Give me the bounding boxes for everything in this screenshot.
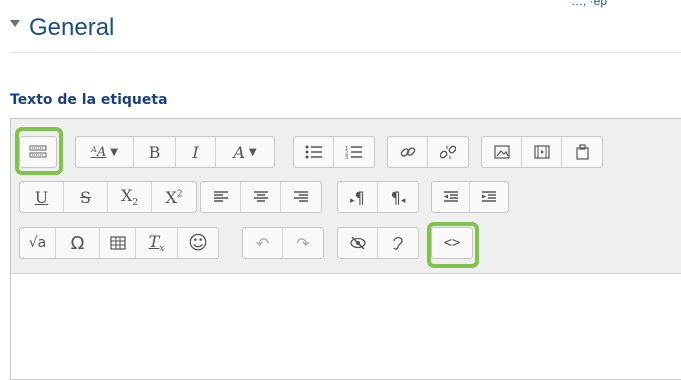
italic-icon: I (192, 142, 199, 162)
toolbar-group-insert: √a Ω Tx ☺ (19, 227, 219, 259)
underline-button[interactable]: U (20, 182, 64, 212)
strikethrough-button[interactable]: S (64, 182, 108, 212)
align-right-icon (294, 191, 308, 202)
chevron-down-icon: ▼ (110, 146, 118, 158)
numbered-list-icon: 123 (345, 146, 362, 159)
indent-icon (482, 191, 496, 202)
editor-content-area[interactable] (11, 274, 681, 379)
link-button[interactable] (388, 137, 428, 167)
smiley-icon: ☺ (188, 232, 208, 254)
film-icon (533, 145, 550, 159)
subscript-icon: X2 (120, 185, 139, 209)
highlight-toolbar-toggle (15, 127, 63, 175)
superscript-button[interactable]: X2 (152, 182, 196, 212)
bold-icon: B (148, 142, 161, 162)
special-character-button[interactable]: Ω (56, 228, 100, 258)
collapse-caret-icon (10, 19, 20, 27)
emoticon-button[interactable]: ☺ (178, 228, 218, 258)
toolbar-group-history: ↶ ↷ (242, 227, 324, 259)
equation-icon: √a (28, 235, 47, 251)
text-color-button[interactable]: A ▼ (216, 137, 274, 167)
editor-toolbar: ᴬA ▼ B I A ▼ 123 U S X2 X2 ▸¶ ¶◂ √a Ω Tx… (11, 119, 681, 274)
equation-button[interactable]: √a (20, 228, 56, 258)
rich-text-editor: ᴬA ▼ B I A ▼ 123 U S X2 X2 ▸¶ ¶◂ √a Ω Tx… (10, 118, 681, 380)
table-icon (109, 236, 126, 250)
ltr-button[interactable]: ▸¶ (338, 182, 378, 212)
superscript-icon: X2 (165, 187, 183, 207)
ear-icon (393, 236, 403, 250)
chevron-down-icon: ▼ (248, 146, 257, 158)
toolbar-group-accessibility (337, 227, 419, 259)
table-button[interactable] (100, 228, 136, 258)
section-general-toggle[interactable]: General (10, 14, 114, 42)
unlink-icon (440, 145, 456, 159)
align-center-icon (253, 191, 268, 202)
top-cropped-link[interactable]: …, ·ep (571, 0, 681, 8)
toolbar-group-align (200, 181, 322, 213)
align-left-button[interactable] (201, 182, 241, 212)
unlink-button[interactable] (428, 137, 468, 167)
screen-reader-helper-button[interactable] (378, 228, 418, 258)
manage-files-button[interactable] (562, 137, 602, 167)
redo-button[interactable]: ↷ (283, 228, 323, 258)
undo-icon: ↶ (255, 233, 270, 253)
bullet-list-button[interactable] (294, 137, 334, 167)
align-left-icon (213, 191, 228, 202)
section-divider (10, 52, 681, 53)
toolbar-group-direction: ▸¶ ¶◂ (337, 181, 419, 213)
accessibility-checker-button[interactable] (338, 228, 378, 258)
toolbar-group-text-style: ᴬA ▼ B I A ▼ (75, 136, 275, 168)
toolbar-group-lists: 123 (293, 136, 375, 168)
eye-slash-icon (349, 236, 366, 250)
media-button[interactable] (522, 137, 562, 167)
clear-formatting-button[interactable]: Tx (136, 228, 178, 258)
omega-icon: Ω (70, 232, 85, 254)
underline-icon: U (34, 187, 49, 207)
indent-button[interactable] (470, 182, 508, 212)
bold-button[interactable]: B (134, 137, 176, 167)
align-right-button[interactable] (281, 182, 321, 212)
strikethrough-icon: S (80, 187, 91, 207)
redo-icon: ↷ (296, 233, 310, 253)
field-label: Texto de la etiqueta (10, 92, 168, 108)
toolbar-group-media (481, 136, 603, 168)
bullet-list-icon (305, 145, 322, 159)
align-center-button[interactable] (241, 182, 281, 212)
rtl-icon: ¶◂ (390, 187, 406, 207)
svg-text:3: 3 (345, 155, 348, 159)
image-button[interactable] (482, 137, 522, 167)
text-color-icon: A (233, 142, 245, 162)
toolbar-group-links (387, 136, 469, 168)
rtl-button[interactable]: ¶◂ (378, 182, 418, 212)
outdent-button[interactable] (432, 182, 470, 212)
numbered-list-button[interactable]: 123 (334, 137, 374, 167)
section-title: General (29, 14, 115, 41)
font-size-icon: ᴬA (90, 144, 107, 160)
toolbar-group-indent (431, 181, 509, 213)
font-size-button[interactable]: ᴬA ▼ (76, 137, 134, 167)
clear-formatting-icon: Tx (148, 231, 165, 255)
undo-button[interactable]: ↶ (243, 228, 283, 258)
italic-button[interactable]: I (176, 137, 216, 167)
toolbar-group-format: U S X2 X2 (19, 181, 197, 213)
highlight-html-view (427, 222, 479, 268)
image-icon (493, 145, 510, 159)
ltr-icon: ▸¶ (350, 187, 365, 207)
subscript-button[interactable]: X2 (108, 182, 152, 212)
files-icon (576, 144, 589, 160)
outdent-icon (443, 191, 458, 202)
link-icon (400, 147, 415, 157)
